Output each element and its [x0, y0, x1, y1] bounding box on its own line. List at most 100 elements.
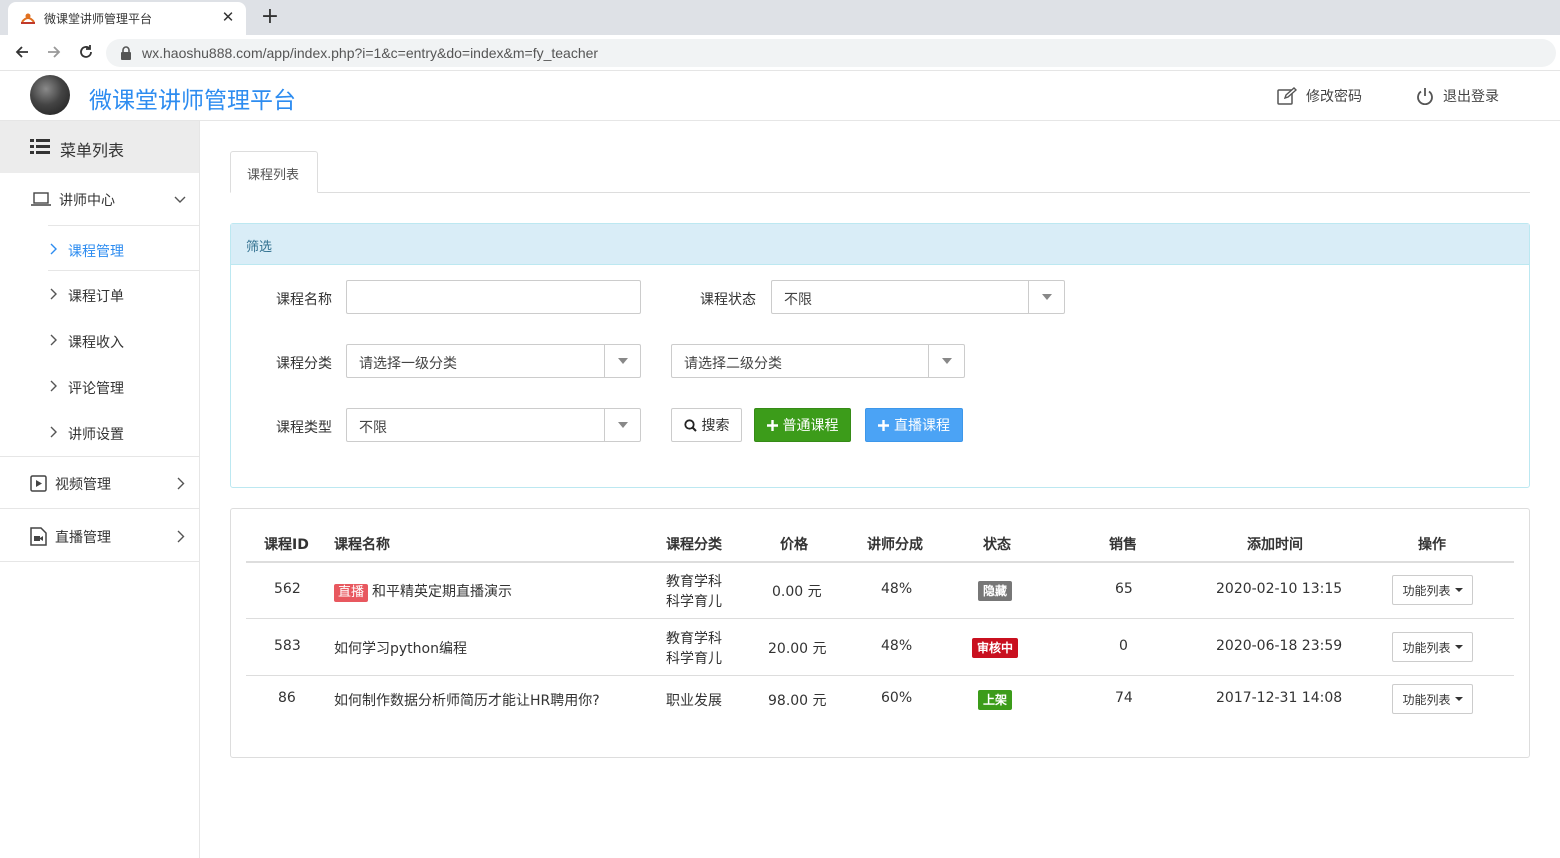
course-sales: 74 [1115, 690, 1133, 706]
function-list-dropdown[interactable]: 功能列表 [1392, 575, 1473, 605]
select-value: 请选择一级分类 [359, 356, 457, 372]
search-button-label: 搜索 [701, 418, 730, 434]
sidebar-item-course-income[interactable]: 课程收入 [0, 318, 199, 364]
new-tab-icon[interactable]: + [260, 4, 280, 29]
course-id: 583 [274, 638, 301, 654]
close-tab-icon[interactable]: ✕ [220, 8, 236, 26]
app-header: 微课堂讲师管理平台 修改密码 退出登录 [0, 71, 1560, 121]
live-file-icon [30, 527, 47, 546]
sidebar-item-course-orders[interactable]: 课程订单 [0, 272, 199, 318]
tab-course-list[interactable]: 课程列表 [230, 151, 318, 193]
app-title: 微课堂讲师管理平台 [89, 88, 296, 114]
caret-down-icon [928, 345, 964, 377]
search-button[interactable]: 搜索 [671, 408, 742, 442]
course-name[interactable]: 如何学习python编程 [334, 638, 467, 658]
add-live-course-button[interactable]: 直播课程 [865, 408, 963, 442]
list-icon [30, 139, 50, 154]
caret-down-icon [1028, 281, 1064, 313]
course-added-time: 2017-12-31 14:08 [1216, 690, 1343, 706]
forward-icon[interactable] [42, 40, 66, 64]
chevron-right-icon [50, 426, 57, 438]
category-level1-select[interactable]: 请选择一级分类 [346, 344, 641, 378]
caret-down-icon [1454, 697, 1463, 701]
course-name-text: 和平精英定期直播演示 [372, 584, 513, 600]
course-status-select[interactable]: 不限 [771, 280, 1065, 314]
url-text: wx.haoshu888.com/app/index.php?i=1&c=ent… [142, 45, 599, 61]
browser-tab[interactable]: 微课堂讲师管理平台 ✕ [8, 2, 246, 35]
column-header: 操作 [1418, 537, 1446, 553]
sidebar-item-comments[interactable]: 评论管理 [0, 364, 199, 410]
course-added-time: 2020-06-18 23:59 [1216, 638, 1343, 654]
chevron-right-icon [50, 334, 57, 346]
course-name-label: 课程名称 [276, 292, 332, 308]
function-list-dropdown[interactable]: 功能列表 [1392, 684, 1473, 714]
function-list-dropdown[interactable]: 功能列表 [1392, 632, 1473, 662]
menu-title: 菜单列表 [60, 141, 125, 160]
function-list-label: 功能列表 [1402, 640, 1451, 655]
browser-tabbar: 微课堂讲师管理平台 ✕ + [0, 0, 1560, 35]
filter-header: 筛选 [231, 224, 1529, 265]
tab-underline [230, 192, 1530, 193]
course-added-time: 2020-02-10 13:15 [1216, 581, 1343, 597]
sidebar-item-course-manage[interactable]: 课程管理 [0, 227, 199, 273]
course-category-line: 科学育儿 [666, 651, 722, 667]
add-normal-course-button[interactable]: 普通课程 [754, 408, 851, 442]
course-status-label: 课程状态 [700, 292, 756, 308]
add-live-course-label: 直播课程 [894, 418, 950, 434]
select-value: 不限 [784, 292, 812, 308]
course-share: 48% [881, 581, 913, 597]
chevron-right-icon [50, 288, 57, 300]
reload-icon[interactable] [74, 40, 98, 64]
column-header: 销售 [1109, 537, 1137, 553]
browser-address-bar: wx.haoshu888.com/app/index.php?i=1&c=ent… [0, 35, 1560, 71]
back-icon[interactable] [10, 40, 34, 64]
sidebar-group-teacher-center[interactable]: 讲师中心 [0, 173, 199, 225]
sidebar-item-label: 讲师设置 [68, 427, 124, 443]
course-name[interactable]: 如何制作数据分析师简历才能让HR聘用你? [334, 690, 600, 710]
sidebar-group-video[interactable]: 视频管理 [0, 457, 199, 509]
course-share: 60% [881, 690, 913, 706]
sidebar-group-live[interactable]: 直播管理 [0, 510, 199, 562]
table-header-divider [246, 561, 1514, 563]
course-price: 0.00 元 [772, 584, 822, 600]
caret-down-icon [604, 345, 640, 377]
avatar [30, 75, 70, 115]
course-id: 562 [274, 581, 301, 597]
course-sales: 65 [1115, 581, 1133, 597]
laptop-icon [31, 192, 51, 206]
category-level2-select[interactable]: 请选择二级分类 [671, 344, 965, 378]
course-price: 20.00 元 [768, 641, 827, 657]
course-category-label: 课程分类 [276, 356, 332, 372]
logout-link[interactable]: 退出登录 [1416, 86, 1499, 106]
chevron-right-icon [50, 243, 57, 255]
course-table: 课程ID 课程名称 课程分类 价格 讲师分成 状态 销售 添加时间 操作 562… [230, 508, 1530, 758]
course-name[interactable]: 直播 和平精英定期直播演示 [334, 581, 512, 602]
status-badge: 上架 [978, 690, 1013, 710]
course-type-select[interactable]: 不限 [346, 408, 641, 442]
column-header: 讲师分成 [867, 537, 923, 553]
column-header: 添加时间 [1247, 537, 1303, 553]
divider [48, 225, 199, 226]
live-tag: 直播 [334, 584, 369, 602]
caret-down-icon [1454, 645, 1463, 649]
sidebar-item-label: 课程管理 [68, 244, 124, 260]
menu-header: 菜单列表 [0, 121, 199, 173]
favicon-icon [21, 13, 35, 24]
row-divider [246, 618, 1514, 619]
column-header: 课程ID [264, 537, 309, 553]
course-name-input[interactable] [346, 280, 641, 314]
course-type-label: 课程类型 [276, 420, 332, 436]
sidebar-item-teacher-settings[interactable]: 讲师设置 [0, 410, 199, 456]
course-share: 48% [881, 638, 913, 654]
caret-down-icon [1454, 588, 1463, 592]
course-category-line: 教育学科 [666, 574, 722, 590]
column-header: 课程名称 [334, 537, 390, 553]
change-password-link[interactable]: 修改密码 [1277, 86, 1362, 106]
sidebar-item-label: 评论管理 [68, 381, 124, 397]
column-header: 课程分类 [666, 537, 722, 553]
sidebar-item-label: 课程订单 [68, 289, 124, 305]
function-list-label: 功能列表 [1402, 692, 1451, 707]
column-header: 价格 [780, 537, 808, 553]
search-icon [683, 418, 697, 432]
url-field[interactable]: wx.haoshu888.com/app/index.php?i=1&c=ent… [106, 39, 1556, 67]
